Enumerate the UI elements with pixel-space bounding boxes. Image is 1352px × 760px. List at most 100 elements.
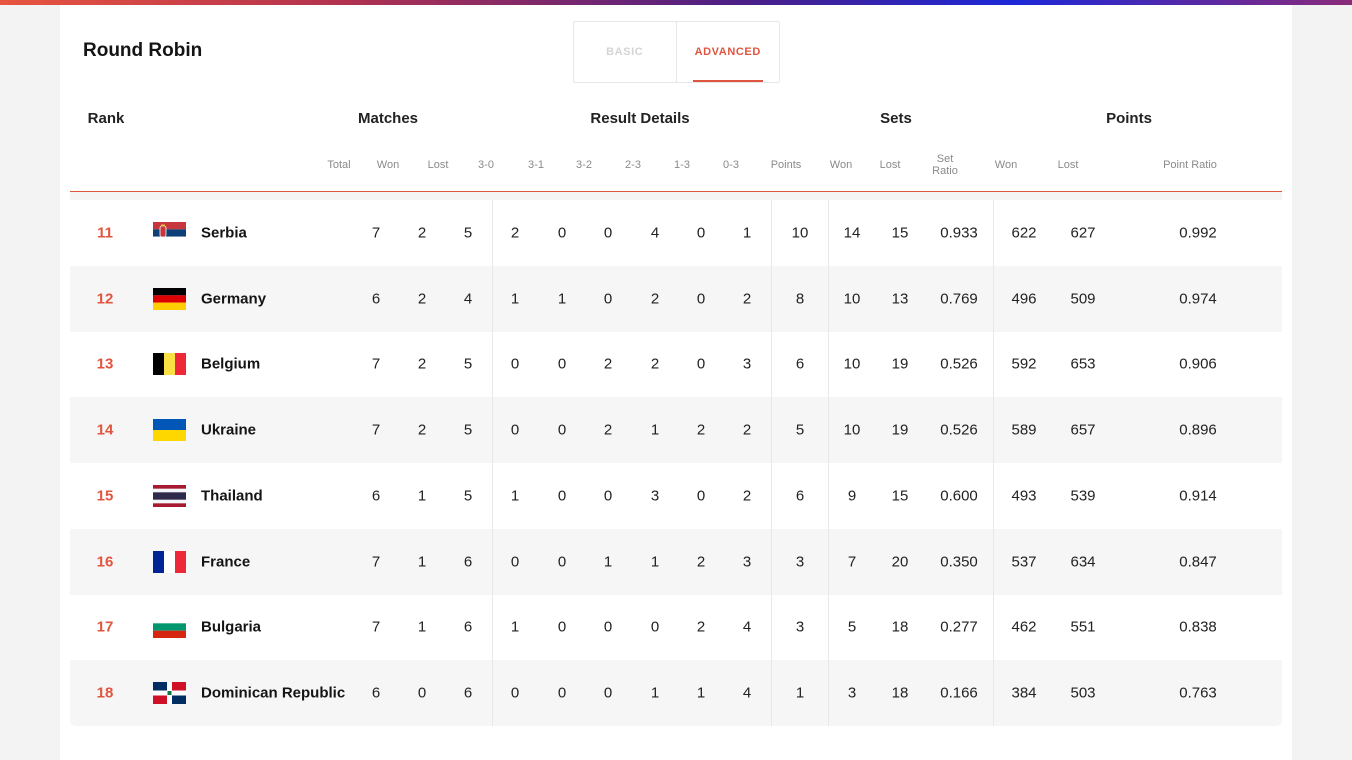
cell-set-ratio: 0.277 bbox=[940, 618, 978, 636]
cell-r13: 0 bbox=[696, 355, 706, 373]
rank-cell: 17 bbox=[96, 618, 114, 636]
col-header-3-0: 3-0 bbox=[478, 159, 494, 171]
cell-r23: 1 bbox=[650, 421, 660, 439]
cell-r31: 0 bbox=[557, 618, 567, 636]
col-header-sets-lost: Lost bbox=[879, 159, 901, 171]
cell-points-won: 493 bbox=[1011, 487, 1037, 505]
cell-won: 0 bbox=[417, 684, 427, 702]
table-row[interactable]: 15 Thailand 6 1 5 1 0 0 3 0 2 6 9 15 0.600 493 539 0.914 bbox=[70, 463, 1282, 529]
cell-points-won: 496 bbox=[1011, 290, 1037, 308]
tab-advanced[interactable]: ADVANCED bbox=[677, 22, 780, 82]
bulgaria-flag-icon bbox=[153, 616, 186, 639]
cell-points-won: 592 bbox=[1011, 355, 1037, 373]
cell-lost: 5 bbox=[463, 355, 473, 373]
cell-points: 5 bbox=[795, 421, 805, 439]
cell-total: 6 bbox=[371, 290, 381, 308]
col-header-3-1: 3-1 bbox=[528, 159, 544, 171]
cell-r30: 0 bbox=[510, 684, 520, 702]
team-name[interactable]: Thailand bbox=[201, 487, 263, 504]
rank-cell: 11 bbox=[97, 224, 113, 242]
col-header-lost: Lost bbox=[427, 159, 449, 171]
view-tabs: BASIC ADVANCED bbox=[573, 21, 780, 83]
cell-r13: 0 bbox=[696, 487, 706, 505]
cell-points-won: 384 bbox=[1011, 684, 1037, 702]
cell-point-ratio: 0.763 bbox=[1179, 684, 1217, 702]
cell-point-ratio: 0.906 bbox=[1179, 355, 1217, 373]
cell-points-lost: 634 bbox=[1070, 553, 1096, 571]
table-row[interactable]: 14 Ukraine 7 2 5 0 0 2 1 2 2 5 10 19 0.526 589 657 0.896 bbox=[70, 397, 1282, 463]
cell-r23: 3 bbox=[650, 487, 660, 505]
column-divider-points bbox=[771, 200, 772, 726]
table-row[interactable]: 16 France 7 1 6 0 0 1 1 2 3 3 7 20 0.350 537 634 0.847 bbox=[70, 528, 1282, 595]
cell-total: 6 bbox=[371, 684, 381, 702]
col-header-set-ratio-line1: Set bbox=[936, 153, 954, 165]
cell-r30: 0 bbox=[510, 355, 520, 373]
team-name[interactable]: Belgium bbox=[201, 356, 260, 373]
cell-set-ratio: 0.600 bbox=[940, 487, 978, 505]
cell-r23: 2 bbox=[650, 290, 660, 308]
cell-r30: 1 bbox=[510, 487, 520, 505]
team-name[interactable]: Germany bbox=[201, 290, 266, 307]
group-header-sets: Sets bbox=[880, 110, 912, 127]
cell-points: 8 bbox=[795, 290, 805, 308]
table-row[interactable]: 18 Dominican Republic 6 0 6 0 0 0 1 1 4 1 3 18 0.166 38… bbox=[70, 660, 1282, 726]
cell-r23: 4 bbox=[650, 224, 660, 242]
team-name[interactable]: Ukraine bbox=[201, 422, 256, 439]
page-title: Round Robin bbox=[83, 40, 203, 61]
cell-point-ratio: 0.838 bbox=[1179, 618, 1217, 636]
cell-r31: 0 bbox=[557, 421, 567, 439]
cell-points-won: 589 bbox=[1011, 421, 1037, 439]
cell-lost: 4 bbox=[463, 290, 473, 308]
cell-points-lost: 657 bbox=[1070, 421, 1096, 439]
table-row[interactable]: 13 Belgium 7 2 5 0 0 2 2 0 3 6 10 19 0.526 592 653 0.906 bbox=[70, 332, 1282, 398]
serbia-flag-icon bbox=[153, 221, 186, 244]
cell-total: 7 bbox=[371, 421, 381, 439]
cell-r32: 0 bbox=[603, 487, 613, 505]
cell-r30: 0 bbox=[510, 553, 520, 571]
cell-point-ratio: 0.992 bbox=[1179, 224, 1217, 242]
table-row[interactable]: 11 Serbia 7 2 5 2 0 0 4 0 1 10 14 15 0.933 622 627 0.992 bbox=[70, 200, 1282, 266]
cell-r03: 3 bbox=[742, 553, 752, 571]
team-name[interactable]: France bbox=[201, 553, 250, 570]
cell-r23: 1 bbox=[650, 553, 660, 571]
cell-sets-won: 10 bbox=[843, 290, 861, 308]
rank-cell: 18 bbox=[96, 684, 114, 702]
table-row[interactable]: 17 Bulgaria 7 1 6 1 0 0 0 2 4 3 5 18 0.277 462 551 0.838 bbox=[70, 595, 1282, 661]
cell-total: 6 bbox=[371, 487, 381, 505]
tab-basic[interactable]: BASIC bbox=[574, 22, 677, 82]
group-header-rank: Rank bbox=[87, 110, 125, 127]
col-header-sets-won: Won bbox=[829, 159, 853, 171]
team-name[interactable]: Dominican Republic bbox=[201, 685, 345, 702]
cell-sets-won: 7 bbox=[847, 553, 857, 571]
cell-total: 7 bbox=[371, 618, 381, 636]
cell-r31: 0 bbox=[557, 355, 567, 373]
belgium-flag-icon bbox=[153, 353, 186, 376]
cell-set-ratio: 0.526 bbox=[940, 421, 978, 439]
col-header-won: Won bbox=[376, 159, 400, 171]
cell-r03: 4 bbox=[742, 684, 752, 702]
cell-r23: 1 bbox=[650, 684, 660, 702]
team-name[interactable]: Serbia bbox=[201, 224, 247, 241]
header-shade bbox=[70, 192, 1282, 200]
rank-cell: 13 bbox=[96, 355, 114, 373]
cell-total: 7 bbox=[371, 553, 381, 571]
cell-r13: 2 bbox=[696, 421, 706, 439]
cell-r31: 0 bbox=[557, 684, 567, 702]
cell-won: 2 bbox=[417, 355, 427, 373]
cell-r32: 0 bbox=[603, 224, 613, 242]
cell-sets-lost: 13 bbox=[891, 290, 909, 308]
cell-sets-won: 3 bbox=[847, 684, 857, 702]
team-name[interactable]: Bulgaria bbox=[201, 619, 261, 636]
cell-r31: 0 bbox=[557, 487, 567, 505]
table-row[interactable]: 12 Germany 6 2 4 1 1 0 2 0 2 8 10 13 0.769 496 509 0.974 bbox=[70, 265, 1282, 332]
cell-sets-won: 14 bbox=[843, 224, 861, 242]
cell-r03: 2 bbox=[742, 421, 752, 439]
cell-points-won: 537 bbox=[1011, 553, 1037, 571]
cell-r31: 1 bbox=[557, 290, 567, 308]
cell-sets-lost: 19 bbox=[891, 355, 909, 373]
cell-r30: 2 bbox=[510, 224, 520, 242]
cell-lost: 5 bbox=[463, 487, 473, 505]
cell-r13: 2 bbox=[696, 618, 706, 636]
cell-lost: 5 bbox=[463, 224, 473, 242]
dominican-republic-flag-icon bbox=[153, 682, 186, 705]
